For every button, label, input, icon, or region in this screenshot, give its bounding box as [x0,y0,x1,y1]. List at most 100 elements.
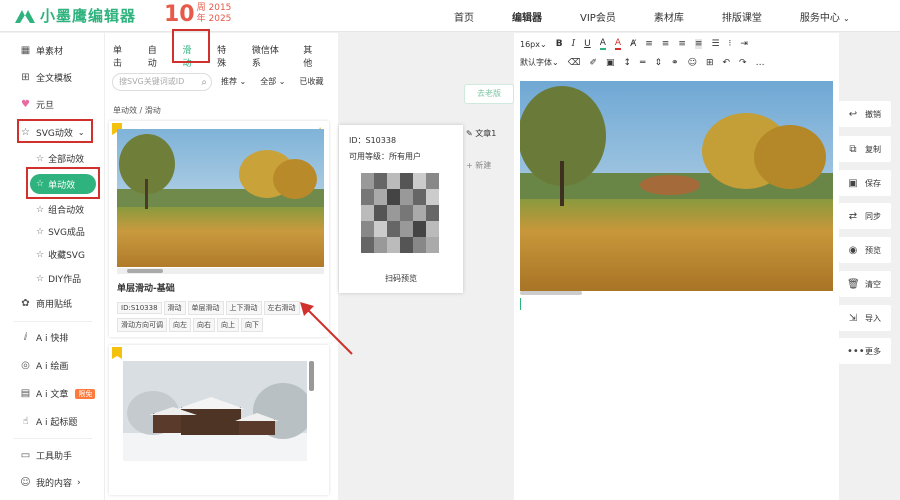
justify-icon[interactable]: ≡ [694,39,703,49]
nav-course[interactable]: 排版课堂 [722,9,762,24]
sidebar-item-sticker[interactable]: ✿ 商用贴纸 [20,297,72,310]
background-color-icon[interactable]: A [614,38,622,50]
tag[interactable]: 单层滑动 [187,301,224,315]
format-painter-icon[interactable]: ✐ [589,58,597,68]
align-right-icon[interactable]: ≡ [678,39,686,49]
editor-scroll-thumb[interactable] [520,291,582,295]
toolbox-icon: ▭ [20,450,31,461]
indent-icon[interactable]: ☰ [711,39,719,49]
tab-click[interactable]: 单击 [113,43,130,69]
sidebar-sub-favorite[interactable]: ☆ 收藏SVG [36,248,85,262]
divider-icon[interactable]: ═ [640,58,645,68]
new-document-button[interactable]: + 新建 [466,160,491,171]
sidebar-sub-all[interactable]: ☆ 全部动效 [36,152,84,166]
align-left-icon[interactable]: ≡ [645,39,653,49]
table-icon[interactable]: ⊞ [706,58,714,68]
tab-other[interactable]: 其他 [303,43,320,69]
emoji-icon[interactable]: ☺ [688,58,697,68]
line-height-icon[interactable]: ↕ [624,58,632,68]
list-icon[interactable]: ⁝ [729,39,732,49]
nav-vip[interactable]: VIP会员 [580,9,616,24]
more-button[interactable]: ••• 更多 [839,338,891,364]
annotation-arrow [300,302,353,355]
undo-icon[interactable]: ↶ [723,58,731,68]
tab-special[interactable]: 特殊 [217,43,234,69]
filter-collected[interactable]: 已收藏 [300,76,324,87]
tag[interactable]: 向右 [193,318,215,332]
card-scrollbar[interactable] [309,361,314,391]
inserted-image[interactable] [520,81,833,291]
material-panel: 单击 自动 滑动 特殊 微信体系 其他 搜SVG关键词或ID ⌕ 推荐 ⌄ 全部… [104,29,338,500]
left-sidebar: ▦ 单素材 ⊞ 全文模板 ♥ 元旦 ☆ SVG动效 ⌄ ☆ 全部动效 ☆ 单动效… [0,33,104,500]
sidebar-label: 全文模板 [36,74,73,84]
tag[interactable]: 左右滑动 [263,301,300,315]
qr-code-image[interactable] [361,173,439,253]
italic-icon[interactable]: I [572,39,576,49]
filter-all[interactable]: 全部 ⌄ [260,76,285,87]
eraser-icon[interactable]: ⌫ [568,58,581,68]
tag[interactable]: 向左 [169,318,191,332]
underline-icon[interactable]: U [584,39,591,49]
font-color-icon[interactable]: A [599,38,606,50]
sidebar-item-template[interactable]: ⊞ 全文模板 [20,71,72,84]
clear-button[interactable]: 🗑 清空 [839,271,891,297]
popup-id: ID：S10338 [349,136,397,145]
sidebar-sub-label: 组合动效 [48,206,85,216]
nav-service-label: 服务中心 [799,12,840,24]
filter-label: 全部 [260,77,277,86]
more-icon[interactable]: … [756,58,765,68]
sidebar-sub-combo[interactable]: ☆ 组合动效 [36,203,85,217]
vip-bookmark-icon [112,347,122,359]
scroll-thumb[interactable] [127,269,163,273]
old-version-button[interactable]: 去老版 [464,84,514,104]
sidebar-item-ai-article[interactable]: ▤ A i 文章 限免 [20,387,96,400]
sidebar-item-mine[interactable]: ☺ 我的内容 › [20,476,80,489]
nav-editor[interactable]: 编辑器 [512,9,542,24]
filter-recommend[interactable]: 推荐 ⌄ [221,76,246,87]
clear-format-icon[interactable]: Ⱥ [630,39,636,49]
redo-icon[interactable]: ↷ [739,58,747,68]
tag[interactable]: 滑动 [163,301,186,315]
search-icon[interactable]: ⌕ [201,75,207,91]
card-scrollbar[interactable] [117,268,324,274]
tab-wechat[interactable]: 微信体系 [252,43,285,69]
tab-auto[interactable]: 自动 [148,43,165,69]
link-icon[interactable]: ⚭ [671,58,679,68]
sidebar-item-ai-draw[interactable]: ◎ A i 绘画 [20,359,68,372]
undo-button[interactable]: ↩ 撤销 [839,101,891,127]
save-button[interactable]: ▣ 保存 [839,170,891,196]
align-center-icon[interactable]: ≡ [662,39,670,49]
brand-logo[interactable]: 小墨鹰编辑器 [14,5,136,26]
sidebar-sub-product[interactable]: ☆ SVG成品 [36,225,85,239]
copy-icon: ⧉ [849,143,857,155]
font-family-select[interactable]: 默认字体⌄ [520,57,559,68]
sidebar-item-single[interactable]: ▦ 单素材 [20,44,63,57]
search-input[interactable]: 搜SVG关键词或ID ⌕ [112,73,212,91]
tag[interactable]: 上下滑动 [225,301,262,315]
nav-service[interactable]: 服务中心 ⌄ [800,9,850,24]
material-card[interactable] [109,345,329,495]
nav-home[interactable]: 首页 [454,9,474,24]
preview-button[interactable]: ◉ 预览 [839,237,891,263]
sidebar-label: 商用贴纸 [36,300,73,310]
tag[interactable]: 滑动方向可调 [117,318,167,332]
sidebar-item-ai-layout[interactable]: ⅈ A i 快排 [20,331,69,344]
image-icon[interactable]: ▣ [606,58,615,68]
spacing-icon[interactable]: ⇕ [654,58,662,68]
sidebar-label: A i 绘画 [36,362,69,372]
tag[interactable]: 向上 [217,318,239,332]
font-size-select[interactable]: 16px⌄ [520,40,547,49]
sidebar-sub-diy[interactable]: ☆ DIY作品 [36,272,81,286]
sidebar-item-festival[interactable]: ♥ 元旦 [20,98,54,111]
more-tools-icon[interactable]: ⇥ [740,39,748,49]
tag[interactable]: ID:S10338 [117,302,162,314]
nav-library[interactable]: 素材库 [654,9,684,24]
bold-icon[interactable]: B [556,39,563,49]
sync-button[interactable]: ⇄ 同步 [839,203,891,229]
tag[interactable]: 向下 [241,318,263,332]
copy-button[interactable]: ⧉ 复制 [839,136,891,162]
sidebar-item-ai-title[interactable]: ☝ A i 起标题 [20,415,77,428]
import-button[interactable]: ⇲ 导入 [839,305,891,331]
document-tab[interactable]: ✎ 文章1 [466,128,496,139]
sidebar-item-tools[interactable]: ▭ 工具助手 [20,449,72,462]
